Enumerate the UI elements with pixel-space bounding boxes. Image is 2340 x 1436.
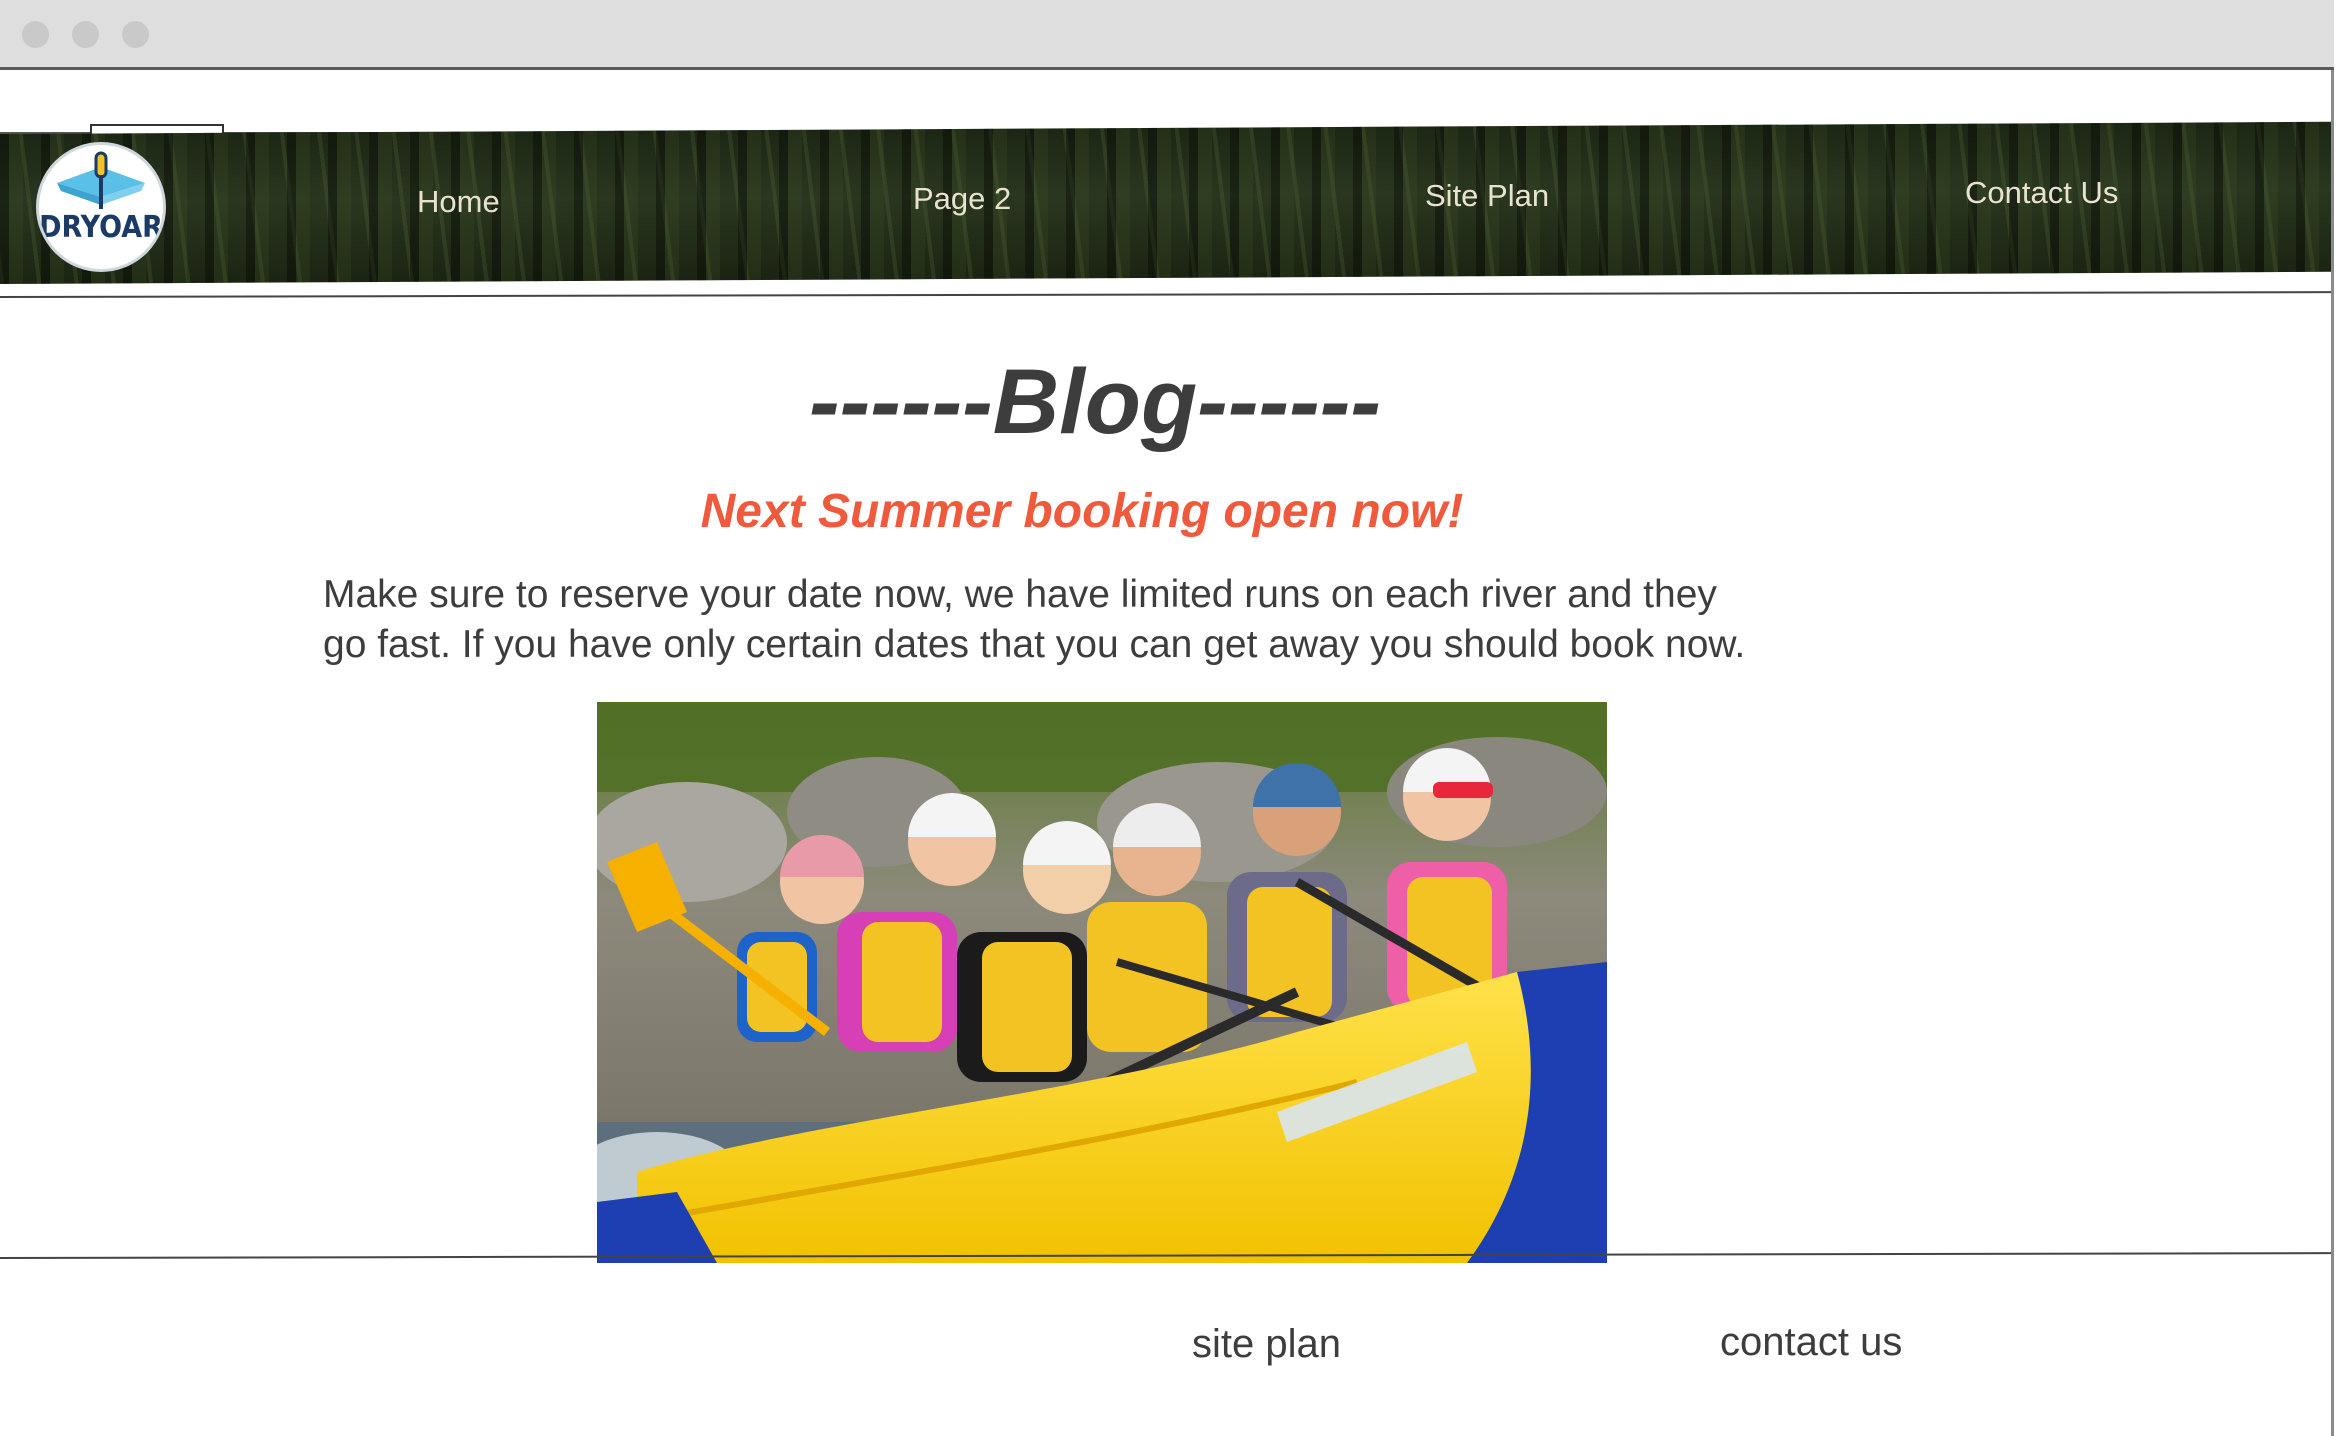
rafting-photo <box>597 702 1607 1263</box>
close-dot[interactable] <box>22 21 49 48</box>
body-line-1: Make sure to reserve your date now, we h… <box>323 573 1717 616</box>
footer-contact-us-link[interactable]: contact us <box>1720 1320 1902 1365</box>
minimize-dot[interactable] <box>72 21 99 48</box>
footer-site-plan-link[interactable]: site plan <box>1192 1322 1341 1367</box>
window-titlebar <box>0 0 2334 70</box>
logo-oar-blade <box>94 151 108 179</box>
nav-home-link[interactable]: Home <box>417 184 500 220</box>
page-title: ------Blog------ <box>808 351 1382 453</box>
navbar-bottom-border <box>0 291 2331 298</box>
dryoar-logo[interactable]: DRYOAR <box>36 142 166 272</box>
maximize-dot[interactable] <box>122 21 149 48</box>
nav-contact-us-link[interactable]: Contact Us <box>1965 175 2118 211</box>
blog-body-text: Make sure to reserve your date now, we h… <box>323 570 1903 670</box>
logo-text: DRYOAR <box>39 210 163 245</box>
body-line-2: go fast. If you have only certain dates … <box>323 623 1746 666</box>
booking-headline: Next Summer booking open now! <box>700 485 1464 538</box>
nav-page2-link[interactable]: Page 2 <box>913 181 1011 217</box>
nav-site-plan-link[interactable]: Site Plan <box>1425 178 1549 214</box>
browser-window: DRYOAR Home Page 2 Site Plan Contact Us … <box>0 0 2334 1436</box>
